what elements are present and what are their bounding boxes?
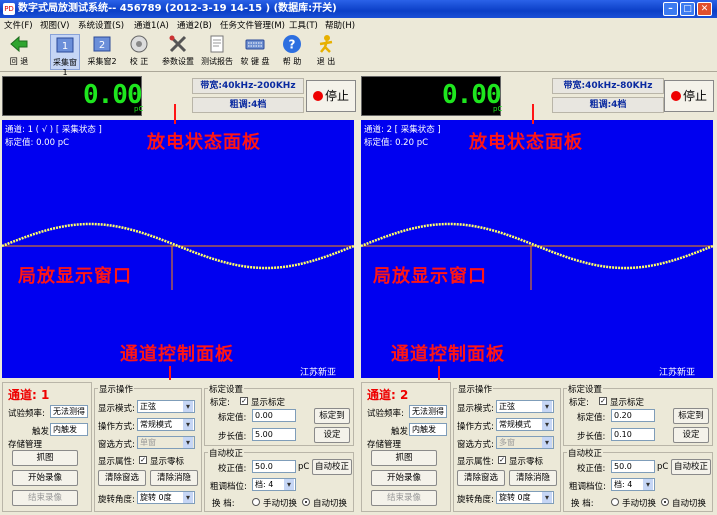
- ch1-calib-value-field[interactable]: 0.00: [252, 409, 296, 422]
- ch1-set-button[interactable]: 设定: [314, 427, 350, 443]
- ch2-rotate-select[interactable]: 旋转 0度: [496, 491, 554, 504]
- ch1-clear-window-button[interactable]: 清除窗选: [98, 470, 146, 486]
- ch1-capture-button[interactable]: 抓图: [12, 450, 78, 466]
- ch1-display-mode-select[interactable]: 正弦: [137, 400, 195, 413]
- ch2-auto-switch-radio[interactable]: [661, 498, 669, 506]
- ch1-control-panel: 通道: 1 试验频率: 无法测得 触发: 内触发 存储管理 抓图 开始录像 结束…: [0, 380, 358, 515]
- ch2-set-button[interactable]: 设定: [673, 427, 709, 443]
- ch2-start-record-button[interactable]: 开始录像: [371, 470, 437, 486]
- ch2-end-record-button[interactable]: 结束录像: [371, 490, 437, 506]
- ch2-operation-select[interactable]: 常规模式: [496, 418, 554, 431]
- ch1-show-calib-checkbox[interactable]: ✓: [240, 397, 248, 405]
- ch1-channel-label: 通道: 1: [8, 388, 50, 402]
- ch2-capture-button[interactable]: 抓图: [371, 450, 437, 466]
- ch2-clear-cancel-button[interactable]: 清除消隐: [509, 470, 557, 486]
- ch1-operation-select[interactable]: 常规模式: [137, 418, 195, 431]
- ch1-show-zero-checkbox[interactable]: ✓: [139, 456, 147, 464]
- ch1-clear-cancel-button[interactable]: 清除消隐: [150, 470, 198, 486]
- ch2-manual-switch-radio[interactable]: [611, 498, 619, 506]
- ch1-calib-to-button[interactable]: 标定到: [314, 408, 350, 424]
- ch2-channel-label: 通道: 2: [367, 388, 409, 402]
- ch2-display-mode-select[interactable]: 正弦: [496, 400, 554, 413]
- ch2-calib-to-button[interactable]: 标定到: [673, 408, 709, 424]
- ch2-test-freq-field: 无法测得: [409, 405, 447, 418]
- ch2-clear-window-button[interactable]: 清除窗选: [457, 470, 505, 486]
- ch1-window-mode-select[interactable]: 单窗: [137, 436, 195, 449]
- ch2-step-field[interactable]: 0.10: [611, 428, 655, 441]
- ch1-storage-title: 存储管理: [8, 440, 43, 450]
- ch1-trigger-field[interactable]: 内触发: [50, 423, 88, 436]
- ch1-manual-switch-radio[interactable]: [252, 498, 260, 506]
- ch1-test-freq-field: 无法测得: [50, 405, 88, 418]
- ch1-step-field[interactable]: 5.00: [252, 428, 296, 441]
- ch2-storage-title: 存储管理: [367, 440, 402, 450]
- ch1-rotate-select[interactable]: 旋转 0度: [137, 491, 195, 504]
- ch1-start-record-button[interactable]: 开始录像: [12, 470, 78, 486]
- ch2-show-zero-checkbox[interactable]: ✓: [498, 456, 506, 464]
- ch2-auto-correct-button[interactable]: 自动校正: [671, 459, 711, 475]
- ch1-auto-switch-radio[interactable]: [302, 498, 310, 506]
- ch1-auto-correct-button[interactable]: 自动校正: [312, 459, 352, 475]
- ch1-coarse-select[interactable]: 档: 4: [252, 478, 296, 491]
- ch2-correct-field[interactable]: 50.0: [611, 460, 655, 473]
- ch1-end-record-button[interactable]: 结束录像: [12, 490, 78, 506]
- ch2-calib-value-field[interactable]: 0.20: [611, 409, 655, 422]
- ch2-window-mode-select[interactable]: 多窗: [496, 436, 554, 449]
- ch2-trigger-field[interactable]: 内触发: [409, 423, 447, 436]
- ch2-coarse-select[interactable]: 档: 4: [611, 478, 655, 491]
- ch2-control-panel: 通道: 2 试验频率: 无法测得 触发: 内触发 存储管理 抓图 开始录像 结束…: [359, 380, 717, 515]
- ch2-show-calib-checkbox[interactable]: ✓: [599, 397, 607, 405]
- ch1-correct-field[interactable]: 50.0: [252, 460, 296, 473]
